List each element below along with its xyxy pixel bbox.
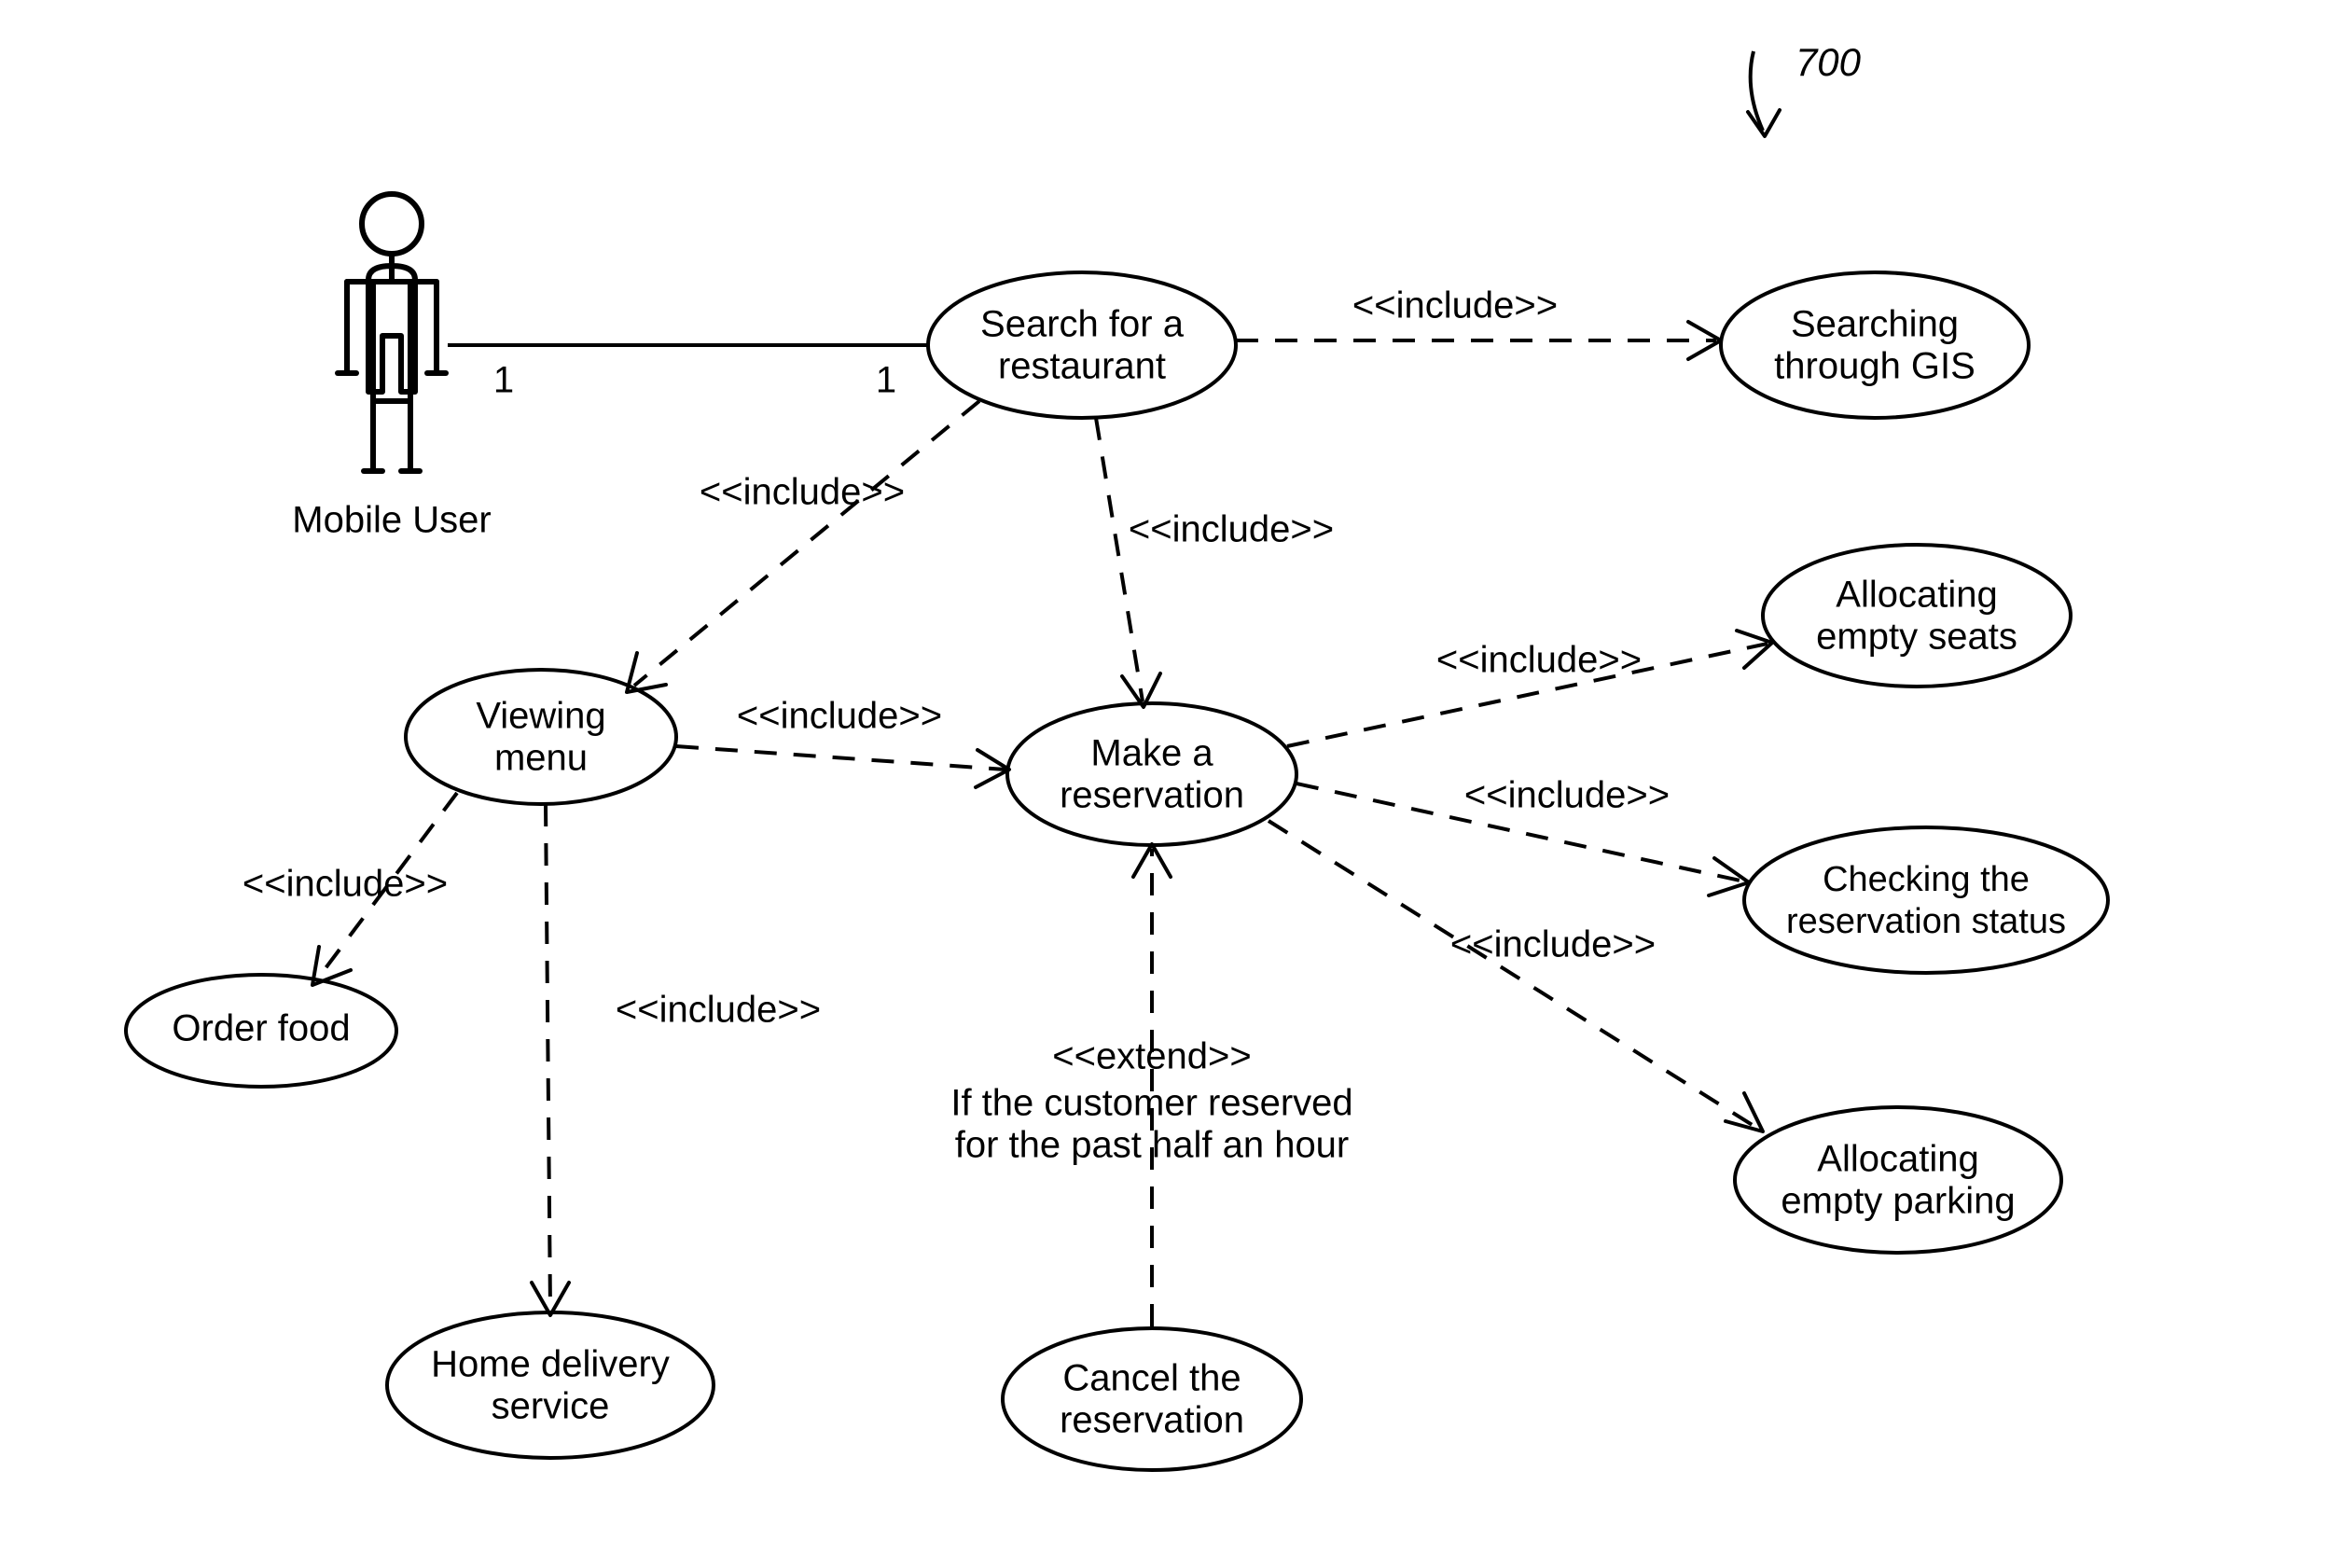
svg-text:<<include>>: <<include>>	[243, 864, 448, 905]
svg-text:<<include>>: <<include>>	[1129, 509, 1334, 550]
svg-text:<<include>>: <<include>>	[1464, 775, 1670, 816]
include-makeres-allocseats: <<include>>	[1287, 631, 1772, 746]
svg-text:<<include>>: <<include>>	[1352, 285, 1558, 326]
usecase-cancel-reservation: Cancel the reservation	[1003, 1328, 1301, 1470]
svg-text:Viewing: Viewing	[476, 696, 605, 737]
svg-text:empty parking: empty parking	[1781, 1181, 2015, 1222]
svg-text:empty seats: empty seats	[1816, 617, 2017, 658]
svg-text:Checking the: Checking the	[1823, 860, 2030, 899]
svg-text:<<include>>: <<include>>	[1450, 924, 1656, 965]
extend-stereotype: <<extend>>	[1052, 1036, 1252, 1077]
svg-text:menu: menu	[494, 738, 588, 779]
include-viewmenu-makeres: <<include>>	[676, 696, 1009, 787]
svg-text:through GIS: through GIS	[1774, 346, 1976, 387]
svg-text:reservation status: reservation status	[1786, 902, 2066, 941]
svg-text:<<include>>: <<include>>	[616, 990, 821, 1031]
include-viewmenu-homedelivery: <<include>>	[532, 804, 821, 1315]
usecase-make-reservation: Make a reservation	[1007, 703, 1296, 845]
actor-mobile-user: Mobile User	[292, 194, 491, 541]
svg-text:Home delivery: Home delivery	[431, 1344, 670, 1385]
usecase-gis: Searching through GIS	[1721, 272, 2029, 418]
reference-number: 700	[1795, 40, 1862, 84]
svg-text:Make a: Make a	[1090, 733, 1213, 774]
svg-text:service: service	[492, 1386, 610, 1427]
include-search-gis: <<include>>	[1236, 285, 1721, 359]
svg-text:Allocating: Allocating	[1836, 575, 1997, 616]
multiplicity-left: 1	[493, 360, 514, 401]
include-search-viewmenu: <<include>>	[627, 401, 979, 692]
svg-text:reservation: reservation	[1060, 775, 1244, 816]
association-actor-search: 1 1	[448, 345, 928, 401]
extend-condition-line1: If the customer reserved	[950, 1083, 1352, 1124]
include-search-makeres: <<include>>	[1096, 418, 1334, 707]
include-viewmenu-orderfood: <<include>>	[243, 793, 457, 985]
include-makeres-checkstatus: <<include>>	[1296, 775, 1749, 895]
usecase-allocating-seats: Allocating empty seats	[1763, 545, 2071, 687]
usecase-allocating-parking: Allocating empty parking	[1735, 1107, 2061, 1253]
usecase-checking-status: Checking the reservation status	[1744, 827, 2108, 973]
usecase-search: Search for a restaurant	[928, 272, 1236, 418]
usecase-order-food: Order food	[126, 975, 396, 1087]
svg-text:Order food: Order food	[172, 1008, 350, 1049]
actor-label: Mobile User	[292, 500, 491, 541]
svg-text:restaurant: restaurant	[998, 346, 1166, 387]
usecase-home-delivery: Home delivery service	[387, 1312, 714, 1458]
svg-text:Searching: Searching	[1791, 304, 1959, 345]
svg-text:Search for a: Search for a	[980, 304, 1185, 345]
multiplicity-right: 1	[876, 360, 896, 401]
svg-text:reservation: reservation	[1060, 1400, 1244, 1441]
svg-text:<<include>>: <<include>>	[700, 472, 905, 513]
extend-cancel-makeres: <<extend>> If the customer reserved for …	[950, 844, 1352, 1326]
figure-reference: 700	[1748, 40, 1862, 136]
svg-text:Cancel the: Cancel the	[1062, 1358, 1241, 1399]
svg-text:<<include>>: <<include>>	[737, 696, 942, 737]
extend-condition-line2: for the past half an hour	[955, 1125, 1350, 1166]
svg-text:<<include>>: <<include>>	[1436, 640, 1642, 681]
svg-text:Allocating: Allocating	[1817, 1139, 1978, 1180]
